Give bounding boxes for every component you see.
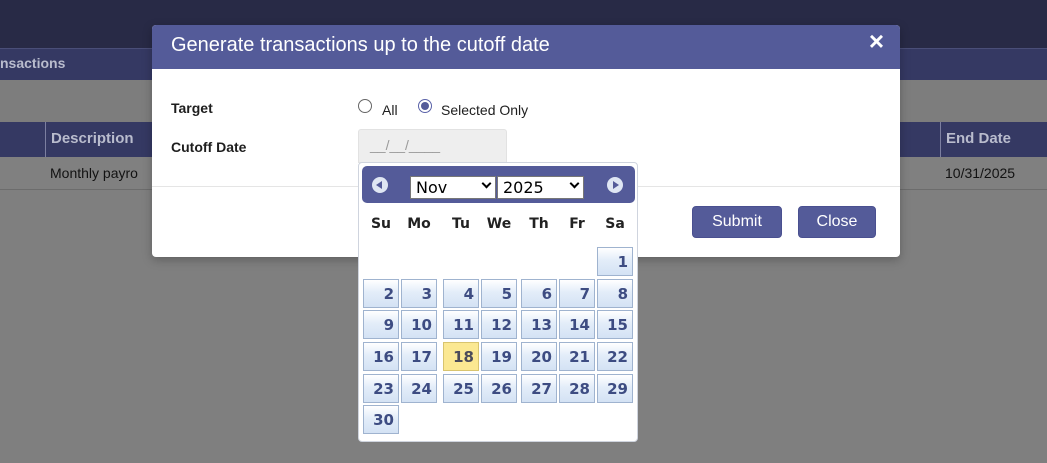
chevron-down-icon: [481, 178, 492, 189]
submit-button[interactable]: Submit: [692, 206, 782, 238]
day-cell[interactable]: 9: [363, 310, 399, 339]
day-cell[interactable]: 23: [363, 374, 399, 403]
month-select[interactable]: Nov: [410, 176, 496, 199]
day-cell[interactable]: 8: [597, 279, 633, 308]
year-select-value: 2025: [503, 178, 544, 197]
dialog-title: Generate transactions up to the cutoff d…: [171, 34, 550, 56]
weekday-label: Sa: [605, 216, 625, 232]
day-cell[interactable]: 14: [559, 310, 595, 339]
cutoff-date-input[interactable]: __/__/____: [358, 129, 507, 163]
day-cell[interactable]: 29: [597, 374, 633, 403]
day-cell[interactable]: 19: [481, 342, 517, 371]
day-cell[interactable]: 24: [401, 374, 437, 403]
day-cell[interactable]: 26: [481, 374, 517, 403]
weekday-label: Th: [529, 216, 549, 232]
chevron-down-icon: [569, 178, 580, 189]
day-cell[interactable]: 28: [559, 374, 595, 403]
day-cell[interactable]: 2: [363, 279, 399, 308]
weekday-label: Fr: [569, 216, 585, 232]
datepicker-header: Nov 2025: [362, 166, 635, 203]
day-cell[interactable]: 11: [443, 310, 479, 339]
day-cell[interactable]: 10: [401, 310, 437, 339]
target-label: Target: [171, 100, 213, 116]
column-header-description: Description: [45, 122, 134, 157]
day-cell[interactable]: 4: [443, 279, 479, 308]
radio-all[interactable]: [358, 99, 372, 113]
next-month-icon[interactable]: [607, 177, 623, 193]
day-cell[interactable]: 12: [481, 310, 517, 339]
day-cell[interactable]: 13: [521, 310, 557, 339]
day-cell-today[interactable]: 18: [443, 342, 479, 371]
day-cell[interactable]: 1: [597, 247, 633, 276]
weekday-label: Tu: [452, 216, 470, 232]
day-cell[interactable]: 7: [559, 279, 595, 308]
day-cell[interactable]: 3: [401, 279, 437, 308]
day-cell[interactable]: 6: [521, 279, 557, 308]
day-cell[interactable]: 21: [559, 342, 595, 371]
year-select[interactable]: 2025: [497, 176, 584, 199]
dialog-header: Generate transactions up to the cutoff d…: [152, 25, 900, 69]
day-cell[interactable]: 20: [521, 342, 557, 371]
day-cell[interactable]: 5: [481, 279, 517, 308]
cell-end-date: 10/31/2025: [945, 165, 1016, 181]
close-icon[interactable]: ×: [869, 26, 884, 57]
cutoff-date-label: Cutoff Date: [171, 139, 247, 155]
weekday-label: Mo: [407, 216, 431, 232]
day-cell[interactable]: 22: [597, 342, 633, 371]
radio-selected-only-label[interactable]: Selected Only: [441, 102, 528, 118]
weekday-label: Su: [370, 216, 392, 232]
subnav-label: nsactions: [0, 55, 66, 71]
column-header-end-date: End Date: [940, 122, 1011, 157]
datepicker: Nov 2025 Su Mo Tu We Th Fr Sa 1 2 3 4 5 6 7 8 9 10 11 12 1…: [358, 162, 638, 442]
weekday-label: We: [486, 216, 512, 232]
day-cell[interactable]: 15: [597, 310, 633, 339]
month-select-value: Nov: [416, 178, 448, 197]
prev-month-icon[interactable]: [372, 177, 388, 193]
radio-selected-only[interactable]: [418, 99, 432, 113]
day-cell[interactable]: 25: [443, 374, 479, 403]
close-button[interactable]: Close: [798, 206, 876, 238]
cell-description: Monthly payro: [50, 165, 138, 181]
day-cell[interactable]: 30: [363, 405, 399, 434]
day-cell[interactable]: 27: [521, 374, 557, 403]
day-cell[interactable]: 16: [363, 342, 399, 371]
day-cell[interactable]: 17: [401, 342, 437, 371]
radio-all-label[interactable]: All: [382, 102, 398, 118]
